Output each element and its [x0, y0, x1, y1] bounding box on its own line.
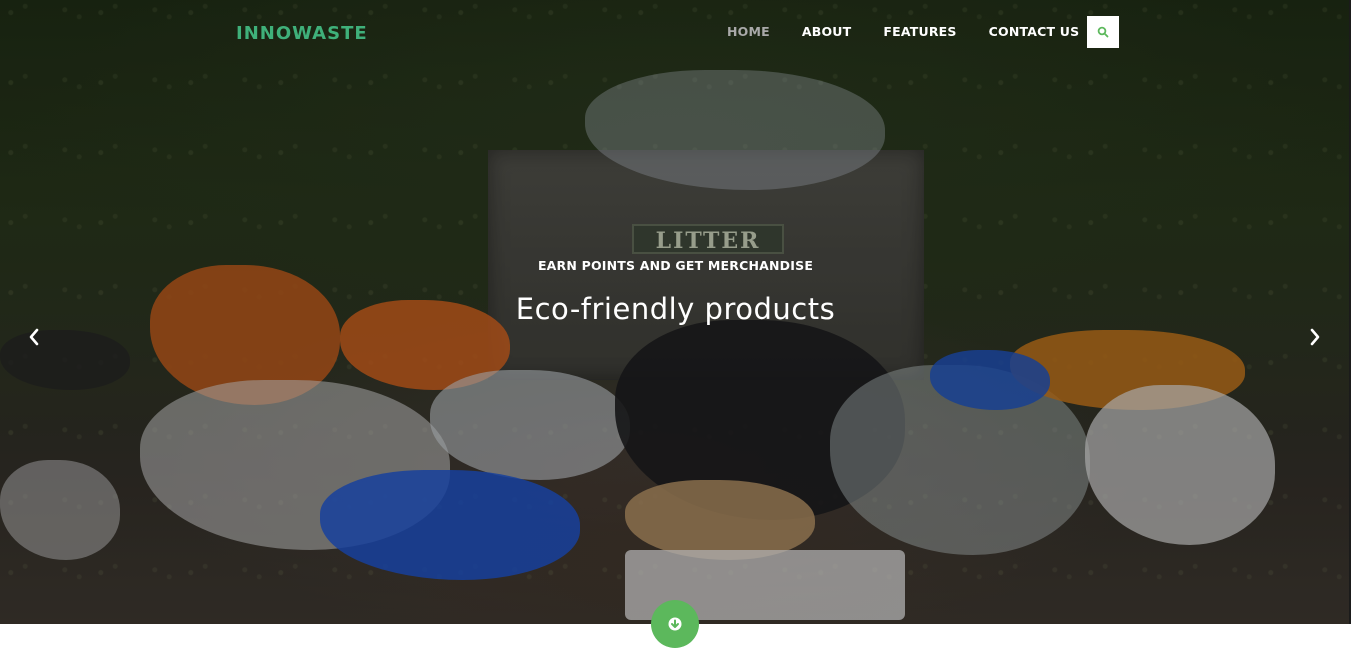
hero-headline: Eco-friendly products — [515, 292, 836, 326]
scroll-down-button[interactable] — [651, 600, 699, 648]
hero-subtitle: EARN POINTS AND GET MERCHANDISE — [537, 258, 814, 273]
nav-item-contact-us[interactable]: CONTACT US — [989, 24, 1080, 40]
nav-item-home[interactable]: HOME — [727, 24, 770, 40]
hero-slider: LITTER INNOWASTE HOME ABOUT FEATURES CON… — [0, 0, 1351, 624]
chevron-left-icon — [29, 328, 39, 346]
main-nav: HOME ABOUT FEATURES CONTACT US — [727, 24, 1111, 40]
nav-item-features[interactable]: FEATURES — [883, 24, 956, 40]
slider-next-button[interactable] — [1303, 325, 1327, 349]
slider-prev-button[interactable] — [22, 325, 46, 349]
site-logo[interactable]: INNOWASTE — [236, 22, 368, 46]
search-button[interactable] — [1087, 16, 1119, 48]
chevron-right-icon — [1310, 328, 1320, 346]
arrow-down-icon — [668, 617, 682, 631]
nav-item-about[interactable]: ABOUT — [802, 24, 852, 40]
search-icon — [1097, 26, 1109, 38]
